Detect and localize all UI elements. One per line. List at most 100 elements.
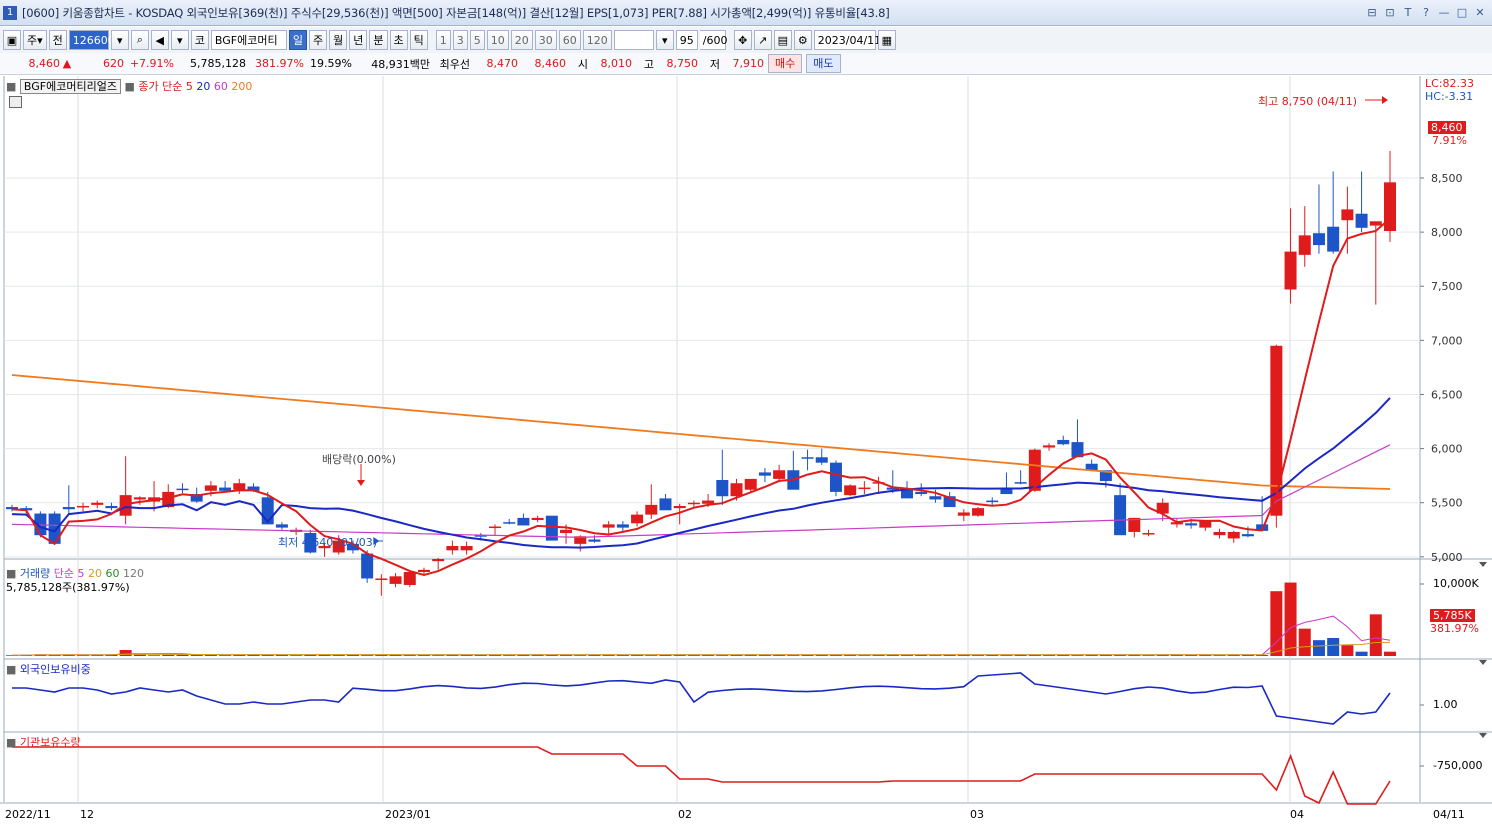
tab-day[interactable]: 일 — [288, 30, 308, 50]
interval-10[interactable]: 10 — [486, 30, 509, 50]
custom-interval-input[interactable] — [613, 30, 654, 50]
hc-label: HC:-3.31 — [1425, 90, 1474, 103]
count-input[interactable]: 95 — [675, 30, 698, 50]
volume-bar — [1071, 655, 1084, 656]
interval-120[interactable]: 120 — [582, 30, 612, 50]
interval-5[interactable]: 5 — [469, 30, 485, 50]
foreign-title[interactable]: 외국인보유비중 — [20, 663, 91, 676]
legend-ma200: 200 — [231, 80, 253, 93]
tab-year[interactable]: 년 — [349, 30, 368, 50]
period-select[interactable]: 주 ▾ — [23, 30, 47, 50]
chart-settings-icon[interactable]: ▣ — [3, 30, 21, 50]
tab-second[interactable]: 초 — [389, 30, 408, 50]
ma20-line — [11, 397, 1391, 549]
candle-body — [1312, 233, 1325, 246]
stock-code-input[interactable]: 126600 — [68, 30, 115, 50]
volume-pct-tag: 381.97% — [1430, 622, 1479, 635]
interval-dropdown-icon[interactable]: ▾ — [655, 30, 674, 50]
candle-body — [900, 489, 913, 499]
dropdown-icon[interactable]: ▾ — [170, 30, 189, 50]
bid-price: 8,460 — [534, 57, 567, 70]
interval-1[interactable]: 1 — [435, 30, 451, 50]
tab-month[interactable]: 월 — [329, 30, 348, 50]
price-chart-svg[interactable]: 8,500 8,000 7,500 7,000 6,500 6,000 5,500 5,000 — [0, 76, 1492, 831]
candle-body — [560, 529, 573, 534]
candle-body — [1114, 495, 1127, 536]
legend-stock-name[interactable]: BGF에코머티리얼즈 — [19, 79, 121, 94]
candle-body — [1043, 445, 1056, 448]
candle-body — [744, 478, 757, 490]
draw-tool-icon[interactable]: ↗ — [753, 30, 772, 50]
ask-price: 8,470 — [486, 57, 519, 70]
candle-body — [1227, 531, 1240, 539]
tab-week[interactable]: 주 — [309, 30, 328, 50]
save-icon[interactable]: ▤ — [773, 30, 792, 50]
zoom-icon[interactable]: ✥ — [733, 30, 752, 50]
sell-button[interactable]: 매도 — [806, 54, 841, 73]
price-change-pct: +7.91% — [129, 57, 174, 70]
inst-title[interactable]: 기관보유수량 — [20, 736, 81, 749]
search-icon[interactable]: ⌕ — [130, 30, 149, 50]
volume-bar — [574, 655, 587, 656]
candle-body — [503, 522, 516, 524]
interval-20[interactable]: 20 — [510, 30, 533, 50]
volume-bar — [1213, 655, 1226, 656]
volume-bar — [1142, 655, 1155, 656]
volume-bar — [290, 655, 303, 656]
volume-bar — [503, 655, 516, 656]
candle-body — [702, 500, 715, 504]
interval-3[interactable]: 3 — [452, 30, 468, 50]
candle-body — [687, 502, 700, 505]
grid-toggle-icon[interactable] — [9, 96, 22, 108]
copy-window-icon[interactable]: ⊡ — [1382, 4, 1398, 20]
candle-body — [829, 462, 842, 492]
tab-minute[interactable]: 분 — [369, 30, 388, 50]
candle-body — [91, 502, 104, 505]
calendar-icon[interactable]: ▦ — [877, 30, 896, 50]
candle-body — [432, 559, 445, 562]
interval-60[interactable]: 60 — [558, 30, 581, 50]
volume-bar — [1341, 645, 1354, 656]
volume-bar — [716, 655, 729, 656]
candle-body — [1213, 531, 1226, 536]
mode-select[interactable]: 전 — [48, 30, 67, 50]
y-tick-label: 8,000 — [1431, 226, 1463, 239]
x-label-feb: 02 — [678, 808, 692, 821]
market-button[interactable]: 코 — [190, 30, 209, 50]
code-dropdown-icon[interactable]: ▾ — [110, 30, 129, 50]
speaker-icon[interactable]: ◀ — [150, 30, 169, 50]
current-price: 8,460 — [28, 57, 61, 70]
x-label-dec: 12 — [80, 808, 94, 821]
y-tick-label: 6,500 — [1431, 388, 1463, 401]
legend-ma20: 20 — [196, 80, 211, 93]
candle-body — [460, 546, 473, 551]
candle-body — [489, 526, 502, 529]
candle-body — [531, 517, 544, 521]
gear-icon[interactable]: ⚙ — [793, 30, 812, 50]
close-icon[interactable]: ✕ — [1472, 4, 1488, 20]
minimize-icon[interactable]: — — [1436, 4, 1452, 20]
layout-icon[interactable]: ⊟ — [1364, 4, 1380, 20]
chart-area[interactable]: 8,500 8,000 7,500 7,000 6,500 6,000 5,500 5,000… — [0, 76, 1492, 831]
candle-body — [972, 508, 985, 516]
interval-30[interactable]: 30 — [534, 30, 557, 50]
help-icon[interactable]: ? — [1418, 4, 1434, 20]
candle-body — [1142, 533, 1155, 535]
candle-body — [929, 496, 942, 500]
text-size-icon[interactable]: T — [1400, 4, 1416, 20]
foreign-axis-label: 1.00 — [1433, 698, 1458, 711]
candle-body — [1014, 482, 1027, 484]
candle-body — [645, 504, 658, 515]
legend-square-icon: ■ — [6, 80, 17, 93]
candle-body — [133, 497, 146, 500]
buy-button[interactable]: 매수 — [768, 54, 803, 73]
candle-body — [758, 472, 771, 476]
window-number-badge[interactable]: 1 — [3, 5, 17, 20]
date-field[interactable]: 2023/04/11 — [813, 30, 881, 50]
maximize-icon[interactable]: □ — [1454, 4, 1470, 20]
volume-axis-label: 10,000K — [1433, 577, 1479, 590]
candle-body — [858, 487, 871, 490]
candle-body — [62, 507, 75, 510]
tab-tick[interactable]: 틱 — [409, 30, 428, 50]
stock-name-field[interactable]: BGF에코머티 — [210, 30, 287, 50]
